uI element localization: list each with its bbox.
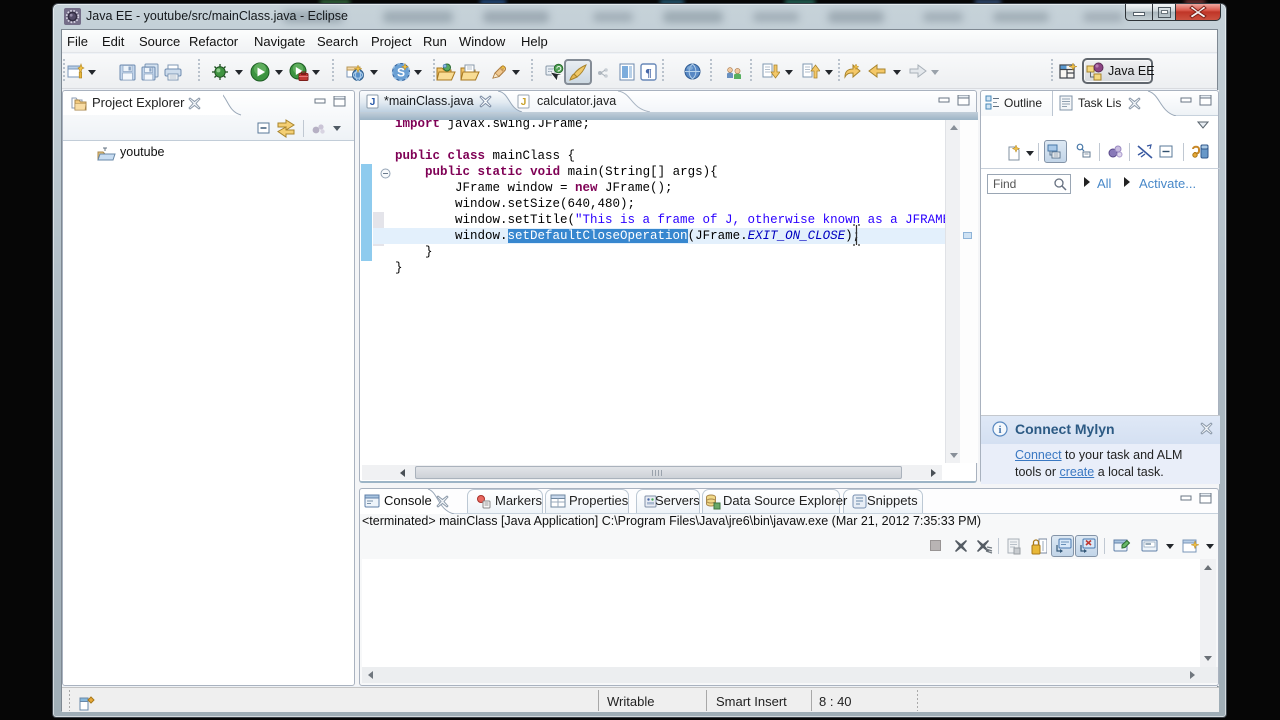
svg-text:¶: ¶ <box>645 66 651 80</box>
svg-text:i: i <box>998 424 1001 436</box>
svg-text:J: J <box>370 97 376 108</box>
svg-text:J: J <box>521 97 527 108</box>
